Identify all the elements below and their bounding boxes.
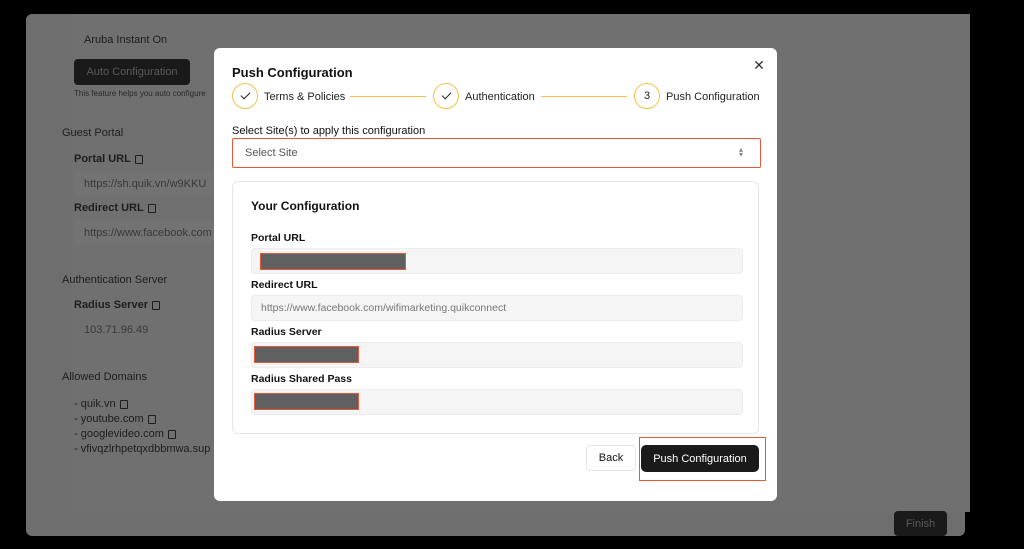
site-select-placeholder: Select Site (245, 146, 298, 159)
bg-select-value: Aruba Instant On (84, 34, 168, 46)
push-configuration-button[interactable]: Push Configuration (641, 445, 759, 472)
step-3-label: Push Configuration (666, 91, 760, 103)
bg-finish-button: Finish (894, 511, 947, 536)
back-button[interactable]: Back (586, 445, 636, 471)
copy-icon (151, 300, 160, 310)
push-configuration-modal: Push Configuration ✕ Terms & Policies Au… (214, 48, 777, 501)
bg-portal-url-label: Portal URL (74, 153, 143, 165)
step-2-check-icon (433, 83, 459, 109)
step-2-label: Authentication (465, 91, 535, 103)
bg-redirect-url-label: Redirect URL (74, 202, 156, 214)
bg-portal-url-value: https://sh.quik.vn/w9KKU (84, 178, 207, 190)
site-select-highlight: Select Site ▴ ▾ (232, 138, 761, 168)
bg-guest-portal-heading: Guest Portal (62, 127, 124, 139)
bg-radius-server-value: 103.71.96.49 (84, 324, 149, 336)
config-title: Your Configuration (251, 199, 360, 213)
redirect-url-label: Redirect URL (251, 279, 318, 291)
bg-redirect-url-value: https://www.facebook.com (84, 227, 212, 239)
bg-helper-text: This feature helps you auto configure (74, 89, 206, 98)
step-3-number: 3 (634, 83, 660, 109)
copy-icon (147, 414, 156, 424)
step-1-check-icon (232, 83, 258, 109)
close-icon[interactable]: ✕ (753, 58, 765, 72)
bg-auto-config-button: Auto Configuration (74, 59, 190, 85)
chevron-up-down-icon: ▴ ▾ (738, 145, 743, 159)
redacted-radius-server (254, 346, 359, 363)
bg-domain-item: - vfivqzlrhpetqxdbbmwa.sup (74, 443, 211, 455)
redacted-portal-url (260, 253, 406, 270)
step-connector (541, 96, 627, 97)
bg-auth-server-heading: Authentication Server (62, 274, 168, 286)
redacted-radius-pass (254, 393, 359, 410)
radius-shared-pass-label: Radius Shared Pass (251, 373, 352, 385)
modal-title: Push Configuration (232, 65, 353, 80)
copy-icon (119, 399, 128, 409)
site-select-label: Select Site(s) to apply this configurati… (232, 125, 426, 137)
bg-radius-server-label: Radius Server (74, 299, 160, 311)
copy-icon (147, 203, 156, 213)
bg-domain-item: - googlevideo.com (74, 428, 176, 440)
redirect-url-field: https://www.facebook.com/wifimarketing.q… (251, 295, 743, 321)
portal-url-label: Portal URL (251, 232, 306, 244)
bg-domain-item: - youtube.com (74, 413, 156, 425)
copy-icon (167, 429, 176, 439)
configuration-card: Your Configuration Portal URL Redirect U… (232, 181, 759, 434)
copy-icon (134, 154, 143, 164)
radius-server-label: Radius Server (251, 326, 322, 338)
bg-allowed-domains-heading: Allowed Domains (62, 371, 147, 383)
step-connector (350, 96, 426, 97)
step-1-label: Terms & Policies (264, 91, 346, 103)
bg-domain-item: - quik.vn (74, 398, 128, 410)
site-select[interactable]: Select Site ▴ ▾ (235, 141, 757, 164)
